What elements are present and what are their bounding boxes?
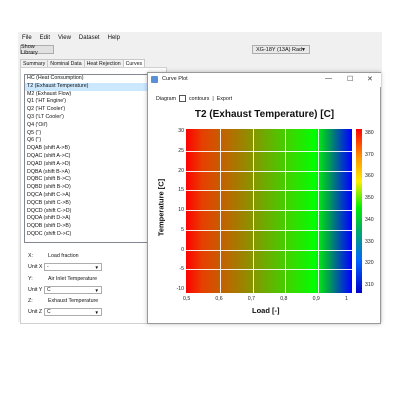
curve-list-item[interactable]: T2 (Exhaust Temperature): [25, 82, 164, 91]
x-tick-label: 0,7: [247, 296, 256, 302]
curve-list[interactable]: HC (Heat Consumption) T2 (Exhaust Tempera…: [24, 74, 165, 243]
curve-list-item[interactable]: DQBD (shift B->D): [25, 184, 164, 192]
maximize-icon[interactable]: ☐: [347, 75, 353, 83]
gridline-horizontal: [186, 249, 352, 251]
y-axis-title: Temperature [C]: [156, 178, 166, 237]
plot-window-title: Curve Plot: [162, 76, 188, 82]
curve-list-item[interactable]: Q4 ('Oil'): [25, 122, 164, 130]
curve-plot-window: Curve Plot — ☐ ✕ Diagram contours | Expo…: [147, 72, 381, 324]
curve-list-item[interactable]: DQAB (shift A->B): [25, 145, 164, 153]
unit-z-value: C: [47, 309, 51, 315]
colorbar-tick-label: 350: [365, 195, 374, 202]
gridline-horizontal: [186, 269, 352, 271]
y-tick-label: 10: [178, 207, 184, 213]
menu-help[interactable]: Help: [108, 34, 120, 42]
y-tick-label: 30: [178, 128, 184, 134]
contours-checkbox[interactable]: [179, 95, 187, 102]
curve-list-item[interactable]: M2 (Exhaust Flow): [25, 91, 164, 99]
x-tick-label: 0,5: [183, 296, 191, 302]
model-select-value: XG-18Y (13A) Rad: [256, 46, 303, 53]
gridline-horizontal: [186, 210, 352, 211]
show-library-button[interactable]: Show Library: [20, 44, 54, 56]
menu-view[interactable]: View: [58, 34, 71, 42]
curve-list-item[interactable]: DQBA (shift B->A): [25, 169, 164, 177]
x-axis-title: Load [-]: [252, 306, 280, 315]
gridline-horizontal: [186, 150, 352, 152]
y-tick-label: 5: [181, 226, 184, 233]
unit-y-select[interactable]: C ▼: [44, 286, 102, 294]
z-axis-value: Exhaust Temperature: [48, 298, 99, 304]
curve-list-item[interactable]: Q3 ('LT Cooler'): [25, 114, 164, 122]
menu-edit[interactable]: Edit: [40, 34, 50, 42]
x-tick-label: 0,6: [215, 296, 223, 302]
unit-x-value: -: [47, 264, 49, 270]
gridline-horizontal: [186, 170, 352, 172]
model-select[interactable]: XG-18Y (13A) Rad ▼: [252, 45, 310, 54]
unit-y-label: Unit Y: [28, 287, 43, 293]
curve-list-item[interactable]: DQAD (shift A->D): [25, 161, 164, 169]
chevron-down-icon: ▼: [94, 288, 99, 293]
plot-titlebar[interactable]: Curve Plot — ☐ ✕: [148, 73, 381, 87]
menu-dataset[interactable]: Dataset: [79, 34, 100, 42]
colorbar-tick-label: 320: [365, 260, 374, 267]
colorbar-tick-label: 370: [365, 151, 374, 158]
curve-list-item[interactable]: Q1 ('HT Engine'): [25, 98, 164, 106]
gridline-horizontal: [186, 229, 352, 231]
unit-x-select[interactable]: - ▼: [44, 263, 102, 271]
curve-list-item[interactable]: DQBC (shift B->C): [25, 176, 164, 184]
colorbar-tick-label: 380: [365, 130, 374, 136]
unit-x-label: Unit X: [28, 264, 43, 270]
curve-list-item[interactable]: Q6 (''): [25, 137, 164, 145]
plot-toolbar: Diagram contours | Export: [156, 95, 232, 102]
curve-list-item[interactable]: Q2 ('HT Cooler'): [25, 106, 164, 114]
z-axis-label: Z:: [28, 298, 33, 304]
diagram-label: Diagram: [156, 95, 177, 102]
curve-list-item[interactable]: Q5 (''): [25, 130, 164, 138]
curve-list-item[interactable]: DQCB (shift C->B): [25, 200, 164, 208]
unit-y-value: C: [47, 287, 51, 293]
unit-z-select[interactable]: C ▼: [44, 308, 102, 316]
unit-z-label: Unit Z: [28, 309, 43, 315]
colorbar-tick-label: 340: [365, 216, 374, 223]
menu-file[interactable]: File: [22, 34, 32, 42]
contours-label[interactable]: contours: [189, 96, 209, 102]
curve-list-item[interactable]: DQAC (shift A->C): [25, 153, 164, 161]
y-tick-label: -5: [179, 266, 184, 273]
curve-list-item[interactable]: HC (Heat Consumption): [25, 75, 164, 83]
y-tick-label: 15: [178, 187, 184, 194]
chevron-down-icon: ▼: [94, 310, 99, 315]
curve-list-item[interactable]: DQDA (shift D->A): [25, 215, 164, 223]
colorbar-tick-label: 360: [365, 173, 374, 180]
x-tick-label: 0,9: [312, 296, 320, 302]
y-tick-label: 0: [181, 246, 184, 253]
export-button[interactable]: Export: [217, 96, 232, 102]
colorbar-tick-label: 330: [365, 238, 374, 245]
app-icon: [151, 76, 158, 83]
x-axis-label: X:: [28, 253, 34, 259]
chevron-down-icon: ▼: [94, 265, 99, 270]
y-tick-label: -10: [176, 286, 185, 292]
x-tick-label: 1: [345, 296, 348, 302]
chart-title: T2 (Exhaust Temperature) [C]: [194, 109, 335, 120]
heatmap-area: [186, 129, 352, 293]
colorbar: [356, 129, 362, 293]
curve-list-item[interactable]: DQDB (shift D->B): [25, 223, 164, 231]
toolbar-divider: |: [212, 95, 214, 102]
menubar: File Edit View Dataset Help: [22, 34, 120, 42]
minimize-icon[interactable]: —: [325, 75, 332, 82]
close-icon[interactable]: ✕: [367, 75, 373, 83]
y-tick-label: 20: [178, 167, 184, 174]
curve-list-item[interactable]: DQCD (shift C->D): [25, 208, 164, 216]
gridline-horizontal: [186, 190, 352, 192]
curve-list-item[interactable]: DQDC (shift D->C): [25, 231, 164, 239]
y-tick-label: 25: [178, 147, 184, 154]
x-axis-value: Load fraction: [48, 253, 79, 259]
y-axis-value: Air Inlet Temperature: [48, 276, 98, 282]
colorbar-tick-label: 310: [365, 282, 374, 288]
chevron-down-icon: ▼: [301, 47, 306, 53]
x-tick-label: 0,8: [280, 296, 288, 302]
y-axis-label: Y:: [28, 276, 33, 282]
curve-list-item[interactable]: DQCA (shift C->A): [25, 192, 164, 200]
